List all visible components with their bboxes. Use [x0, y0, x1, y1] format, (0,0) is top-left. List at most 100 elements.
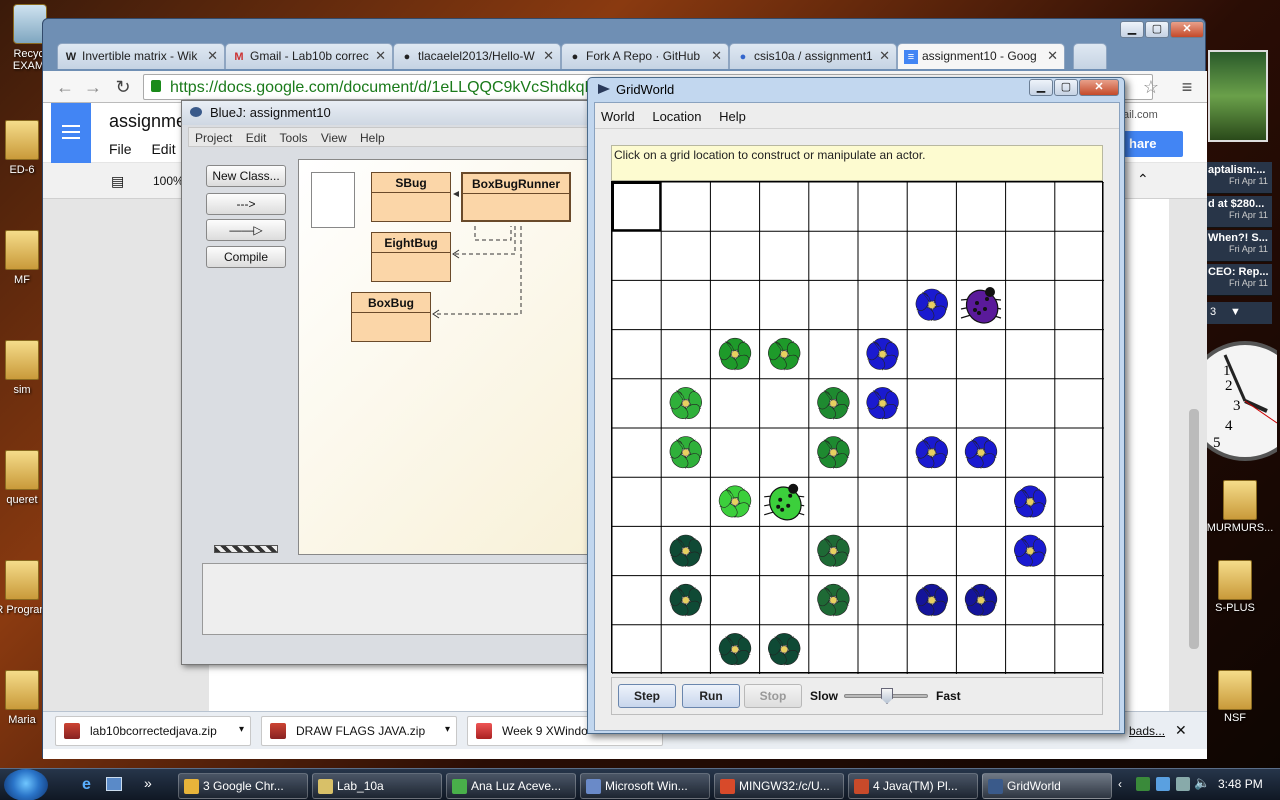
stop-button[interactable]: Stop	[744, 684, 802, 708]
new-class-button[interactable]: New Class...	[206, 165, 286, 187]
class-box[interactable]: BoxBugRunner	[461, 172, 571, 222]
menu-help[interactable]: Help	[360, 131, 385, 145]
flower-actor[interactable]	[815, 583, 851, 618]
uses-arrow-button[interactable]: --->	[206, 193, 286, 215]
grid-canvas[interactable]	[612, 182, 1104, 674]
chevron-down-icon[interactable]: ▾	[445, 724, 450, 735]
flower-actor[interactable]	[1012, 485, 1048, 520]
taskbar-item[interactable]: 3 Google Chr...	[178, 773, 308, 799]
news-pager[interactable]: 3 ▼	[1206, 302, 1272, 324]
browser-tab[interactable]: ● tlacaelel2013/Hello-W ✕	[393, 43, 561, 69]
news-item[interactable]: CEO: Rep... Fri Apr 11	[1206, 264, 1272, 296]
menu-project[interactable]: Project	[195, 131, 232, 145]
taskbar-item[interactable]: 4 Java(TM) Pl...	[848, 773, 978, 799]
flower-actor[interactable]	[914, 583, 950, 618]
flower-actor[interactable]	[717, 337, 753, 372]
download-item[interactable]: DRAW FLAGS JAVA.zip ▾	[261, 716, 457, 746]
menu-help[interactable]: Help	[719, 109, 746, 124]
quicklaunch-chevron-icon[interactable]: »	[144, 775, 152, 791]
close-download-bar-icon[interactable]: ✕	[1175, 722, 1187, 739]
flower-actor[interactable]	[668, 534, 704, 569]
forward-icon[interactable]: →	[81, 75, 105, 99]
menu-file[interactable]: File	[109, 141, 132, 157]
back-icon[interactable]: ←	[53, 75, 77, 99]
start-button[interactable]	[4, 769, 48, 800]
flower-actor[interactable]	[717, 633, 753, 667]
flower-actor[interactable]	[914, 436, 950, 471]
flower-actor[interactable]	[668, 387, 704, 421]
menu-edit[interactable]: Edit	[151, 141, 175, 157]
menu-tools[interactable]: Tools	[280, 131, 308, 145]
bug-actor[interactable]	[960, 284, 1004, 329]
flower-actor[interactable]	[668, 436, 704, 471]
flag-icon[interactable]	[1176, 777, 1190, 791]
speed-slider[interactable]	[844, 688, 928, 704]
zoom-select[interactable]: 100%	[153, 174, 184, 188]
clock-time[interactable]: 3:48 PM	[1218, 777, 1263, 791]
browser-tab-active[interactable]: ≡ assignment10 - Goog ✕	[897, 43, 1065, 69]
print-icon[interactable]: ▤	[111, 173, 124, 190]
close-tab-icon[interactable]: ✕	[711, 48, 722, 64]
flower-actor[interactable]	[963, 583, 999, 618]
news-item[interactable]: aptalism:... Fri Apr 11	[1206, 162, 1272, 194]
compile-button[interactable]: Compile	[206, 246, 286, 268]
menu-view[interactable]: View	[321, 131, 347, 145]
class-box[interactable]: BoxBug	[351, 292, 431, 342]
close-tab-icon[interactable]: ✕	[375, 48, 386, 64]
flower-actor[interactable]	[815, 387, 851, 421]
doc-title[interactable]: assignme	[109, 111, 186, 132]
class-diagram[interactable]: SBug BoxBugRunner EightBug BoxBug	[298, 159, 590, 555]
flower-actor[interactable]	[865, 387, 901, 421]
menu-world[interactable]: World	[601, 109, 635, 124]
flower-actor[interactable]	[815, 534, 851, 569]
browser-tab[interactable]: M Gmail - Lab10b correc ✕	[225, 43, 393, 69]
desktop-icon-folder[interactable]: NSF	[1200, 670, 1270, 724]
browser-tab[interactable]: ● Fork A Repo · GitHub ✕	[561, 43, 729, 69]
step-button[interactable]: Step	[618, 684, 676, 708]
tray-app-icon[interactable]	[1136, 777, 1150, 791]
taskbar-item[interactable]: Microsoft Win...	[580, 773, 710, 799]
close-button[interactable]: ✕	[1079, 79, 1119, 96]
flower-actor[interactable]	[865, 337, 901, 372]
tray-expand-icon[interactable]: ‹	[1118, 777, 1122, 791]
scrollbar[interactable]	[1189, 409, 1199, 649]
show-all-downloads-link[interactable]: bads...	[1129, 724, 1165, 738]
close-tab-icon[interactable]: ✕	[207, 48, 218, 64]
network-icon[interactable]	[1156, 777, 1170, 791]
desktop-icon-folder[interactable]: S-PLUS	[1200, 560, 1270, 614]
share-button[interactable]: hare	[1123, 131, 1183, 157]
menu-location[interactable]: Location	[652, 109, 701, 124]
flower-actor[interactable]	[668, 583, 704, 618]
class-box[interactable]: EightBug	[371, 232, 451, 282]
taskbar-item-active[interactable]: GridWorld	[982, 773, 1112, 799]
run-button[interactable]: Run	[682, 684, 740, 708]
flower-actor[interactable]	[914, 288, 950, 323]
bluej-object-bench[interactable]	[202, 563, 590, 635]
news-item[interactable]: d at $280... Fri Apr 11	[1206, 196, 1272, 228]
taskbar-item[interactable]: Lab_10a	[312, 773, 442, 799]
docs-logo-icon[interactable]	[51, 103, 91, 163]
news-item[interactable]: When?! S... Fri Apr 11	[1206, 230, 1272, 262]
ie-icon[interactable]: e	[82, 776, 91, 794]
volume-icon[interactable]: 🔈	[1194, 775, 1210, 791]
close-tab-icon[interactable]: ✕	[543, 48, 554, 64]
bookmark-star-icon[interactable]: ☆	[1139, 75, 1163, 99]
collapse-toolbar-icon[interactable]: ⌃	[1137, 171, 1149, 188]
flower-actor[interactable]	[963, 436, 999, 471]
menu-edit[interactable]: Edit	[246, 131, 267, 145]
minimize-button[interactable]: ▁	[1029, 79, 1053, 96]
speed-slider-thumb[interactable]	[881, 688, 893, 704]
flower-actor[interactable]	[717, 485, 753, 520]
menu-icon[interactable]: ≡	[1175, 75, 1199, 99]
close-button[interactable]: ✕	[1170, 21, 1204, 38]
maximize-button[interactable]: ▢	[1145, 21, 1169, 38]
bug-actor[interactable]	[763, 481, 807, 526]
close-tab-icon[interactable]: ✕	[879, 48, 890, 64]
flower-actor[interactable]	[1012, 534, 1048, 569]
chevron-down-icon[interactable]: ▾	[239, 724, 244, 735]
browser-tab[interactable]: ● csis10a / assignment1 ✕	[729, 43, 897, 69]
browser-tab[interactable]: W Invertible matrix - Wik ✕	[57, 43, 225, 69]
selected-cell[interactable]	[612, 182, 662, 232]
flower-actor[interactable]	[815, 436, 851, 471]
download-item[interactable]: lab10bcorrectedjava.zip ▾	[55, 716, 251, 746]
